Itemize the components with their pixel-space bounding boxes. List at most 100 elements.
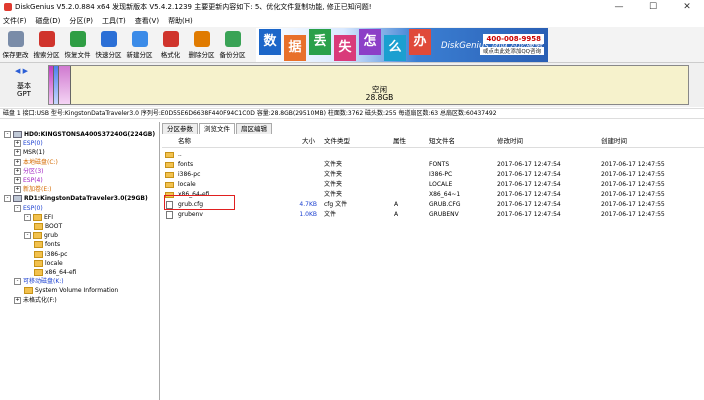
collapse-icon[interactable]: -	[4, 195, 11, 203]
file-row[interactable]: i386-pc 文件夹 I386-PC 2017-06-17 12:47:54 2017…	[162, 170, 704, 180]
tree-node[interactable]: System Volume Information	[24, 286, 118, 295]
tree-node[interactable]: + 新加卷(E:)	[14, 185, 52, 194]
column-short-name[interactable]: 短文件名	[429, 135, 455, 148]
toolbar-button-0[interactable]: 保存更改	[0, 27, 31, 61]
toolbar-button-5[interactable]: 格式化	[155, 27, 186, 61]
banner-char: 据	[284, 35, 306, 61]
format-icon	[162, 31, 179, 47]
banner-phone: 400-008-9958	[483, 34, 544, 44]
partition-block-free[interactable]: 空闲 28.8GB	[71, 66, 688, 104]
banner-char: 办	[409, 29, 431, 55]
banner-char: 么	[384, 35, 406, 61]
folder-icon	[34, 269, 43, 276]
file-name: grubenv	[178, 211, 203, 218]
file-modified: 2017-06-17 12:47:54	[497, 161, 561, 168]
disk-icon	[13, 195, 22, 203]
column-modified[interactable]: 修改时间	[497, 135, 523, 148]
disk-map: ◀ ▶ 基本 GPT 空闲 28.8GB	[0, 63, 704, 107]
menu-partition[interactable]: 分区(P)	[69, 16, 93, 26]
tree-node[interactable]: + ESP(4)	[14, 176, 43, 185]
close-button[interactable]: ✕	[670, 0, 704, 14]
tree-node-label: ESP(4)	[23, 177, 43, 184]
toolbar-button-4[interactable]: 新建分区	[124, 27, 155, 61]
file-row[interactable]: grubenv 1.0KB 文件 A GRUBENV 2017-06-17 12:47:5…	[162, 210, 704, 220]
tree-node-label: 未格式化(F:)	[23, 296, 57, 304]
tree-node[interactable]: + ESP(0)	[14, 139, 43, 148]
folder-icon	[24, 287, 33, 295]
ad-banner[interactable]: 数据丢失怎么办 DiskGenius 团队为您服务 400-008-9958 或点…	[256, 28, 548, 62]
menu-view[interactable]: 查看(V)	[135, 16, 159, 26]
column-type[interactable]: 文件类型	[324, 135, 350, 148]
collapse-icon[interactable]: -	[24, 232, 31, 240]
partition-map: 空闲 28.8GB	[48, 65, 689, 105]
tree-node[interactable]: - ESP(0)	[14, 204, 43, 213]
toolbar-button-1[interactable]: 搜索分区	[31, 27, 62, 61]
file-attr: A	[394, 201, 399, 208]
banner-qq[interactable]: 或点击此处添加QQ咨询	[479, 47, 544, 55]
toolbar-button-3[interactable]: 快速分区	[93, 27, 124, 61]
maximize-button[interactable]: ☐	[636, 0, 670, 14]
tree-node-label: locale	[45, 259, 63, 267]
expand-icon[interactable]: +	[14, 186, 21, 194]
expand-icon[interactable]: +	[14, 140, 21, 148]
collapse-icon[interactable]: -	[14, 204, 21, 212]
disk-nav-arrows-icon[interactable]: ◀ ▶	[15, 67, 28, 75]
toolbar-button-7[interactable]: 备份分区	[217, 27, 248, 61]
expand-icon[interactable]: +	[14, 149, 21, 157]
tab-partition-params[interactable]: 分区参数	[162, 123, 198, 134]
toolbar-button-6[interactable]: 删除分区	[186, 27, 217, 61]
tab-browse-files[interactable]: 浏览文件	[199, 123, 235, 134]
collapse-icon[interactable]: -	[14, 278, 21, 286]
menu-tools[interactable]: 工具(T)	[102, 16, 126, 26]
window-title: DiskGenius V5.2.0.884 x64 发现新版本 V5.4.2.1…	[15, 3, 372, 11]
tab-sector-edit[interactable]: 扇区编辑	[236, 123, 272, 134]
tree-node[interactable]: fonts	[34, 240, 60, 249]
column-size[interactable]: 大小	[302, 135, 315, 148]
expand-icon[interactable]: +	[14, 158, 21, 166]
file-short-name: FONTS	[429, 161, 450, 168]
folder-icon	[165, 172, 174, 178]
file-name: locale	[178, 181, 196, 188]
tree-node[interactable]: + 未格式化(F:)	[14, 296, 57, 305]
column-name[interactable]: 名称	[178, 135, 191, 148]
file-row[interactable]: grub.cfg 4.7KB cfg 文件 A GRUB.CFG 2017-06-17 1…	[162, 200, 704, 210]
tree-node[interactable]: - HD0:KINGSTONSA400S37240G(224GB)	[4, 130, 155, 139]
partition-block-removable[interactable]	[59, 66, 71, 104]
tab-strip: 分区参数 浏览文件 扇区编辑	[162, 123, 273, 134]
column-created[interactable]: 创建时间	[601, 135, 627, 148]
menu-disk[interactable]: 磁盘(D)	[36, 16, 61, 26]
file-row[interactable]: x86_64-efi 文件夹 X86_64~1 2017-06-17 12:47:54…	[162, 190, 704, 200]
tree-node-label: grub	[44, 232, 58, 240]
tree-node[interactable]: - grub	[24, 231, 58, 240]
file-type: 文件夹	[324, 171, 343, 178]
menu-help[interactable]: 帮助(H)	[168, 16, 193, 26]
tree-node[interactable]: locale	[34, 259, 63, 268]
tree-node[interactable]: + MSR(1)	[14, 148, 45, 157]
file-list-header: 名称 大小 文件类型 属性 短文件名 修改时间 创建时间	[162, 135, 704, 148]
file-type: cfg 文件	[324, 201, 348, 208]
collapse-icon[interactable]: -	[24, 213, 31, 221]
file-row[interactable]: locale 文件夹 LOCALE 2017-06-17 12:47:54 2017-0…	[162, 180, 704, 190]
toolbar-button-2[interactable]: 恢复文件	[62, 27, 93, 61]
tree-node[interactable]: + 本地磁盘(C:)	[14, 158, 58, 167]
file-row[interactable]: ..	[162, 150, 704, 160]
file-row[interactable]: fonts 文件夹 FONTS 2017-06-17 12:47:54 2017-06-…	[162, 160, 704, 170]
column-attr[interactable]: 属性	[393, 135, 406, 148]
expand-icon[interactable]: +	[14, 167, 21, 175]
tree-node[interactable]: BOOT	[34, 222, 62, 231]
collapse-icon[interactable]: -	[4, 131, 11, 138]
tree-node[interactable]: - EFI	[24, 213, 53, 222]
tree-node[interactable]: + 分区(3)	[14, 167, 44, 176]
tree-node[interactable]: - RD1:KingstonDataTraveler3.0(29GB)	[4, 194, 148, 203]
minimize-button[interactable]: —	[602, 0, 636, 14]
tree-node[interactable]: i386-pc	[34, 250, 67, 259]
expand-icon[interactable]: +	[14, 296, 21, 304]
tree-node[interactable]: x86_64-efi	[34, 268, 76, 277]
expand-icon[interactable]: +	[14, 177, 21, 184]
tree-node-label: 新加卷(E:)	[23, 186, 52, 194]
tree-node[interactable]: - 可移动磁盘(K:)	[14, 277, 64, 286]
save-icon	[7, 31, 24, 47]
file-type: 文件夹	[324, 191, 343, 198]
folder-icon	[34, 223, 43, 230]
menu-file[interactable]: 文件(F)	[3, 16, 27, 26]
